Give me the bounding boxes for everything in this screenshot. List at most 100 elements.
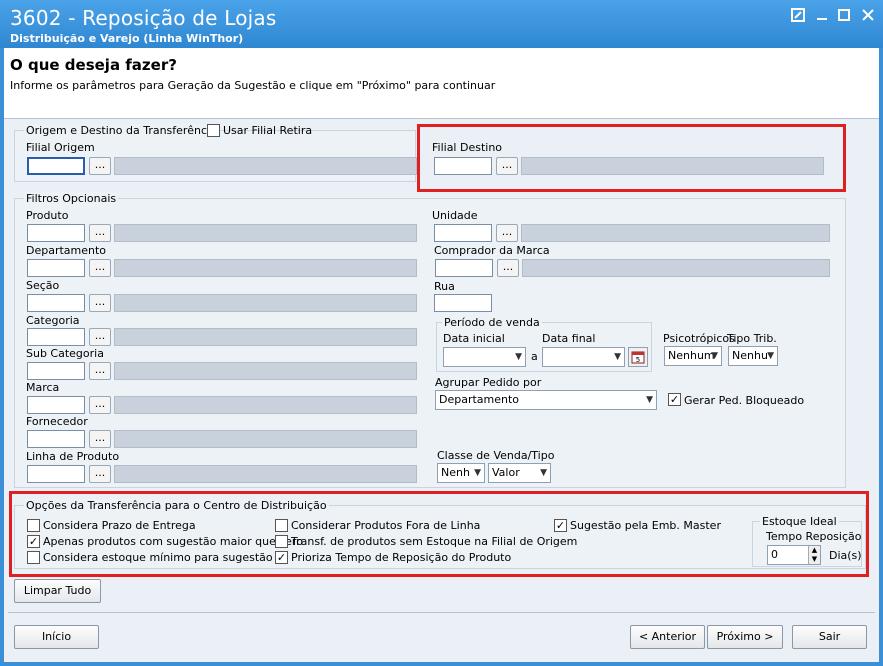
filial-origem-input[interactable] — [27, 157, 85, 175]
linha-produto-input[interactable] — [27, 465, 85, 483]
opcoes-legend: Opções da Transferência para o Centro de… — [24, 499, 329, 512]
gerar-ped-bloqueado-checkbox[interactable]: ✓ — [668, 393, 681, 406]
spin-up-icon[interactable]: ▲ — [808, 546, 820, 555]
footer-divider — [8, 612, 875, 613]
linha-produto-description — [114, 465, 417, 483]
gerar-ped-bloqueado-label: Gerar Ped. Bloqueado — [684, 394, 805, 407]
secao-label: Seção — [26, 279, 60, 292]
tipo-select[interactable]: Valor ▼ — [488, 463, 551, 483]
unidade-description — [521, 224, 830, 242]
data-final-picker[interactable]: ▼ — [542, 347, 625, 367]
sair-button[interactable]: Sair — [792, 625, 867, 649]
classe-venda-label: Classe de Venda/Tipo — [437, 449, 555, 462]
tempo-reposicao-stepper[interactable]: 0 ▲ ▼ — [767, 545, 821, 565]
comprador-marca-lookup-button[interactable]: ... — [497, 259, 519, 277]
considera-estoque-min-label: Considera estoque mínimo para sugestão — [43, 551, 273, 564]
transf-sem-estoque-label: Transf. de produtos sem Estoque na Filia… — [291, 535, 578, 548]
close-icon[interactable] — [860, 8, 876, 24]
svg-text:5: 5 — [636, 356, 640, 364]
calendar-icon[interactable]: 5 — [628, 347, 648, 367]
limpar-tudo-button[interactable]: Limpar Tudo — [14, 579, 101, 603]
window-title: 3602 - Reposição de Lojas — [10, 6, 277, 30]
fornecedor-label: Fornecedor — [26, 415, 88, 428]
comprador-marca-label: Comprador da Marca — [434, 244, 550, 257]
tipo-value: Valor — [492, 466, 520, 479]
considerar-fora-linha-checkbox[interactable] — [275, 519, 288, 532]
departamento-input[interactable] — [27, 259, 85, 277]
tempo-reposicao-label: Tempo Reposição — [766, 530, 862, 543]
filial-destino-input[interactable] — [434, 157, 492, 175]
chevron-down-icon: ▼ — [711, 351, 718, 361]
produto-input[interactable] — [27, 224, 85, 242]
psicotropicos-label: Psicotrópicos — [663, 332, 735, 345]
chevron-down-icon: ▼ — [515, 352, 522, 362]
filial-destino-label: Filial Destino — [432, 141, 503, 154]
dias-label: Dia(s) — [829, 549, 862, 562]
departamento-lookup-button[interactable]: ... — [89, 259, 111, 277]
rua-input[interactable] — [434, 294, 492, 312]
apenas-sugestao-checkbox[interactable]: ✓ — [27, 535, 40, 548]
considera-prazo-label: Considera Prazo de Entrega — [43, 519, 196, 532]
prioriza-tempo-label: Prioriza Tempo de Reposição do Produto — [291, 551, 512, 564]
page-title: O que deseja fazer? — [10, 56, 177, 74]
categoria-lookup-button[interactable]: ... — [89, 328, 111, 346]
tipo-trib-value: Nenhu — [732, 349, 768, 362]
help-icon[interactable] — [790, 8, 806, 24]
fornecedor-lookup-button[interactable]: ... — [89, 430, 111, 448]
data-inicial-label: Data inicial — [443, 332, 505, 345]
agrupar-pedido-label: Agrupar Pedido por — [435, 376, 542, 389]
marca-input[interactable] — [27, 396, 85, 414]
estoque-ideal-legend: Estoque Ideal — [760, 515, 839, 528]
proximo-button[interactable]: Próximo > — [707, 625, 783, 649]
prioriza-tempo-checkbox[interactable]: ✓ — [275, 551, 288, 564]
filial-origem-label: Filial Origem — [26, 141, 95, 154]
transf-sem-estoque-checkbox[interactable] — [275, 535, 288, 548]
filial-destino-description — [521, 157, 824, 175]
fornecedor-input[interactable] — [27, 430, 85, 448]
filial-destino-lookup-button[interactable]: ... — [496, 157, 518, 175]
sub-categoria-description — [114, 362, 417, 380]
psicotropicos-value: Nenhum — [668, 349, 715, 362]
usar-filial-retira-label: Usar Filial Retira — [223, 124, 313, 137]
unidade-input[interactable] — [434, 224, 492, 242]
considera-prazo-checkbox[interactable] — [27, 519, 40, 532]
minimize-icon[interactable] — [814, 8, 830, 24]
marca-label: Marca — [26, 381, 60, 394]
marca-lookup-button[interactable]: ... — [89, 396, 111, 414]
classe-venda-select[interactable]: Nenh ▼ — [437, 463, 485, 483]
chevron-down-icon: ▼ — [614, 352, 621, 362]
sugestao-emb-master-checkbox[interactable]: ✓ — [554, 519, 567, 532]
anterior-button[interactable]: < Anterior — [630, 625, 705, 649]
comprador-marca-input[interactable] — [435, 259, 493, 277]
tempo-reposicao-value: 0 — [771, 548, 778, 561]
usar-filial-retira-checkbox[interactable] — [207, 124, 220, 137]
chevron-down-icon: ▼ — [474, 468, 481, 478]
produto-lookup-button[interactable]: ... — [89, 224, 111, 242]
inicio-button[interactable]: Início — [14, 625, 99, 649]
considera-estoque-min-checkbox[interactable] — [27, 551, 40, 564]
produto-description — [114, 224, 417, 242]
fornecedor-description — [114, 430, 417, 448]
agrupar-pedido-select[interactable]: Departamento ▼ — [435, 390, 657, 410]
categoria-input[interactable] — [27, 328, 85, 346]
considerar-fora-linha-label: Considerar Produtos Fora de Linha — [291, 519, 481, 532]
spin-down-icon[interactable]: ▼ — [808, 555, 820, 564]
secao-description — [114, 294, 417, 312]
page-description: Informe os parâmetros para Geração da Su… — [10, 79, 496, 92]
unidade-label: Unidade — [432, 209, 478, 222]
tipo-trib-select[interactable]: Nenhu ▼ — [728, 346, 778, 366]
unidade-lookup-button[interactable]: ... — [496, 224, 518, 242]
psicotropicos-select[interactable]: Nenhum ▼ — [664, 346, 722, 366]
linha-produto-lookup-button[interactable]: ... — [89, 465, 111, 483]
secao-input[interactable] — [27, 294, 85, 312]
sub-categoria-lookup-button[interactable]: ... — [89, 362, 111, 380]
secao-lookup-button[interactable]: ... — [89, 294, 111, 312]
maximize-icon[interactable] — [836, 8, 852, 24]
filial-origem-lookup-button[interactable]: ... — [89, 157, 111, 175]
tipo-trib-label: Tipo Trib. — [727, 332, 777, 345]
data-final-label: Data final — [542, 332, 596, 345]
categoria-description — [114, 328, 417, 346]
data-inicial-picker[interactable]: ▼ — [443, 347, 526, 367]
sub-categoria-input[interactable] — [27, 362, 85, 380]
departamento-label: Departamento — [26, 244, 107, 257]
